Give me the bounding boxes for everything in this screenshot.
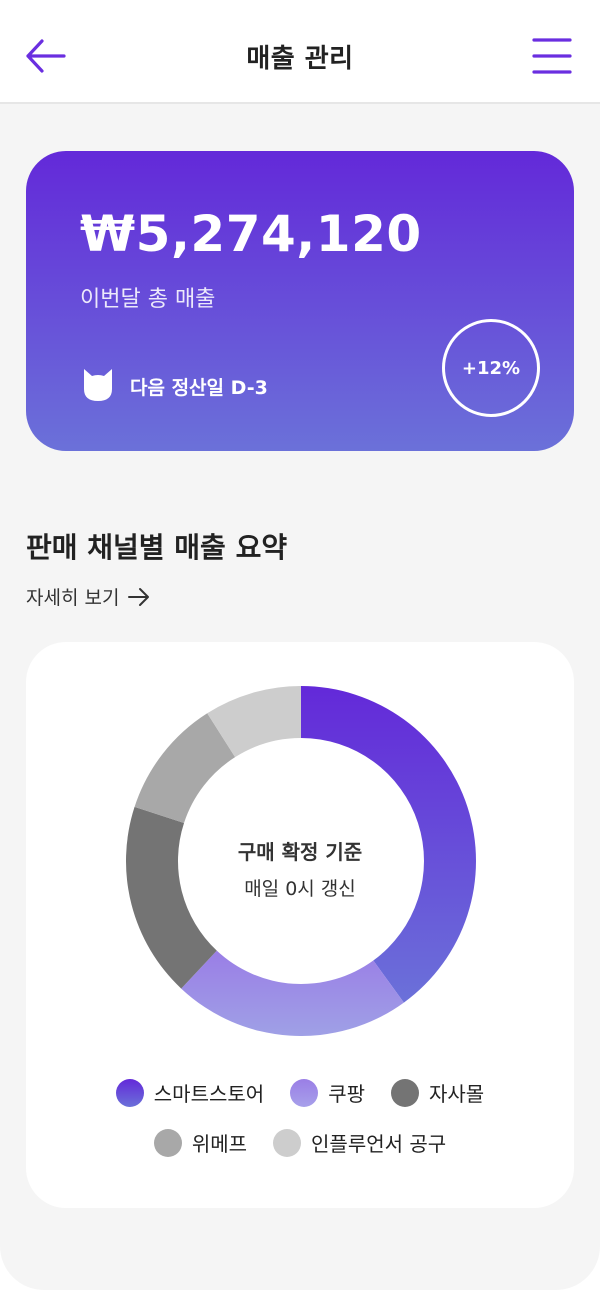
legend-dot xyxy=(290,1078,319,1107)
growth-badge: +12% xyxy=(442,319,540,417)
legend-dot xyxy=(115,1078,144,1107)
chart-center-subtitle: 매일 0시 갱신 xyxy=(244,878,356,900)
legend-dot xyxy=(273,1128,302,1157)
next-settlement-text: 다음 정산일 D-3 xyxy=(130,377,268,399)
legend-item: 자사몰 xyxy=(391,1078,484,1107)
legend-item: 쿠팡 xyxy=(290,1078,365,1107)
legend-item: 스마트스토어 xyxy=(115,1078,265,1107)
legend-label: 인플루언서 공구 xyxy=(311,1132,447,1156)
app-header: 매출 관리 xyxy=(0,0,600,104)
menu-button[interactable] xyxy=(530,36,574,76)
legend-label: 쿠팡 xyxy=(328,1082,365,1106)
legend-item: 인플루언서 공구 xyxy=(273,1128,446,1157)
cat-icon xyxy=(84,369,112,401)
page-title: 매출 관리 xyxy=(246,44,354,74)
chart-legend-row-2: 위메프 인플루언서 공구 xyxy=(26,1128,574,1157)
channel-chart-card: 구매 확정 기준 매일 0시 갱신 스마트스토어 쿠팡 자사몰 위메프 인플루언… xyxy=(26,642,574,1208)
view-details-link[interactable]: 자세히 보기 xyxy=(26,583,151,610)
arrow-right-icon xyxy=(128,587,150,606)
legend-label: 자사몰 xyxy=(429,1082,485,1106)
legend-dot xyxy=(391,1078,419,1107)
legend-label: 위메프 xyxy=(191,1132,248,1156)
legend-item: 위메프 xyxy=(153,1128,248,1157)
hamburger-menu-icon xyxy=(532,38,572,74)
chart-center-title: 구매 확정 기준 xyxy=(237,840,363,864)
total-sales-label: 이번달 총 매출 xyxy=(80,287,216,312)
donut-segment xyxy=(181,950,404,1036)
app-screen: 매출 관리 ₩5,274,120 이번달 총 매출 다음 정산일 D-3 +12… xyxy=(0,0,600,1290)
total-sales-amount: ₩5,274,120 xyxy=(80,205,422,263)
section-title: 판매 채널별 매출 요약 xyxy=(26,531,288,564)
legend-dot xyxy=(153,1128,182,1157)
view-details-label: 자세히 보기 xyxy=(26,587,120,609)
legend-label: 스마트스토어 xyxy=(153,1082,265,1106)
chart-legend-row-1: 스마트스토어 쿠팡 자사몰 xyxy=(26,1078,574,1107)
monthly-sales-card: ₩5,274,120 이번달 총 매출 다음 정산일 D-3 +12% xyxy=(26,151,574,451)
